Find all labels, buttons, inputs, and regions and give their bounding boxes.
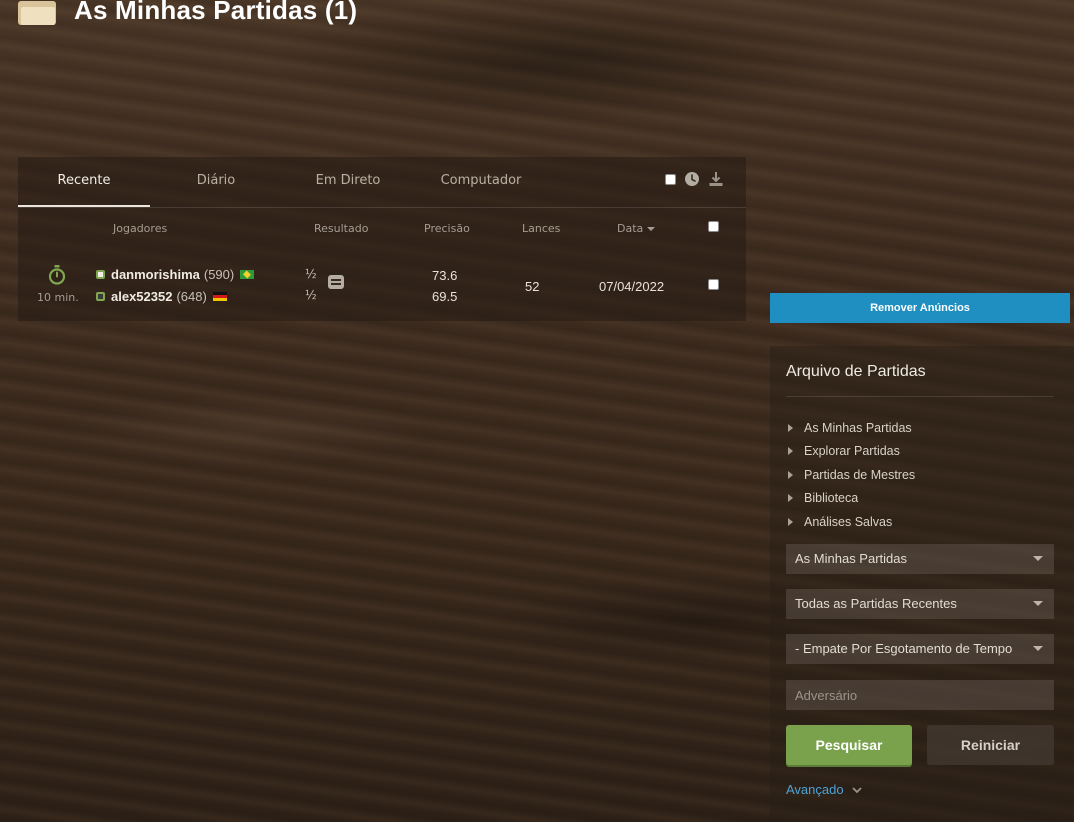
triangle-right-icon [788, 517, 793, 526]
select-all-checkbox[interactable] [708, 221, 719, 232]
nav-item-master-games[interactable]: Partidas de Mestres [788, 463, 915, 487]
advanced-label: Avançado [786, 782, 844, 797]
archive-type-select[interactable]: As Minhas Partidas [786, 544, 1054, 574]
chevron-down-icon [1033, 601, 1043, 606]
opponent-input[interactable] [786, 680, 1054, 710]
game-review-icon[interactable] [328, 275, 344, 289]
accuracy-black: 69.5 [432, 289, 458, 304]
remove-ads-button[interactable]: Remover Anúncios [770, 293, 1070, 323]
tab-recent[interactable]: Recente [18, 157, 150, 207]
tab-live[interactable]: Em Direto [282, 157, 414, 205]
archive-nav: As Minhas Partidas Explorar Partidas Par… [788, 416, 915, 534]
select-value: - Empate Por Esgotamento de Tempo [795, 641, 1013, 656]
search-button[interactable]: Pesquisar [786, 725, 912, 765]
tabs-bar: Recente Diário Em Direto Computador [18, 157, 746, 208]
nav-item-saved-analysis[interactable]: Análises Salvas [788, 510, 915, 534]
nav-item-label: Partidas de Mestres [804, 467, 916, 482]
stopwatch-icon [48, 265, 66, 285]
triangle-right-icon [788, 423, 793, 432]
game-archive-panel: Arquivo de Partidas As Minhas Partidas E… [770, 346, 1074, 822]
white-piece-icon [96, 270, 105, 279]
player-rating: (590) [203, 267, 235, 282]
result-select[interactable]: - Empate Por Esgotamento de Tempo [786, 634, 1054, 664]
player-white: danmorishima (590) [96, 267, 255, 282]
archive-title: Arquivo de Partidas [786, 363, 926, 380]
player-name-link[interactable]: alex52352 [111, 289, 172, 304]
tab-daily[interactable]: Diário [150, 157, 282, 205]
chevron-down-icon [1033, 646, 1043, 651]
column-header-moves: Lances [522, 222, 561, 235]
select-all-toolbar-checkbox[interactable] [665, 173, 676, 185]
black-piece-icon [96, 292, 105, 301]
games-panel: Recente Diário Em Direto Computador Joga… [18, 157, 746, 321]
chevron-down-icon [851, 786, 862, 793]
nav-item-explore-games[interactable]: Explorar Partidas [788, 440, 915, 464]
row-checkbox[interactable] [708, 279, 719, 290]
player-rating: (648) [176, 289, 207, 304]
column-header-date-label: Data [617, 222, 644, 235]
game-type-select[interactable]: Todas as Partidas Recentes [786, 589, 1054, 619]
select-value: Todas as Partidas Recentes [795, 596, 957, 611]
nav-item-label: Análises Salvas [804, 514, 893, 529]
chevron-down-icon [1033, 556, 1043, 561]
folder-icon [18, 0, 56, 25]
accuracy-white: 73.6 [432, 268, 458, 283]
moves-count: 52 [525, 279, 540, 294]
column-header-accuracy: Precisão [424, 222, 470, 235]
page-header: As Minhas Partidas (1) [18, 0, 357, 32]
triangle-right-icon [788, 447, 793, 456]
download-icon[interactable] [708, 171, 724, 187]
nav-item-label: As Minhas Partidas [804, 420, 912, 435]
tab-computer[interactable]: Computador [414, 157, 548, 205]
nav-item-label: Biblioteca [804, 491, 859, 506]
result-black: ½ [305, 288, 317, 302]
tab-tools [665, 171, 724, 187]
column-header-result: Resultado [314, 222, 369, 235]
triangle-right-icon [788, 494, 793, 503]
history-icon[interactable] [684, 171, 700, 187]
triangle-right-icon [788, 470, 793, 479]
nav-item-library[interactable]: Biblioteca [788, 487, 915, 511]
germany-flag-icon [212, 292, 227, 301]
advanced-link[interactable]: Avançado [786, 782, 862, 797]
nav-item-label: Explorar Partidas [804, 444, 900, 459]
reset-button[interactable]: Reiniciar [927, 725, 1054, 765]
select-value: As Minhas Partidas [795, 551, 907, 566]
game-date: 07/04/2022 [599, 279, 665, 294]
divider [786, 396, 1054, 397]
sort-caret-icon [647, 227, 656, 231]
result-white: ½ [305, 267, 317, 281]
nav-item-my-games[interactable]: As Minhas Partidas [788, 416, 915, 440]
time-control-label: 10 min. [37, 291, 79, 304]
player-black: alex52352 (648) [96, 289, 227, 304]
table-row[interactable]: 10 min. danmorishima (590) alex52352 (64… [18, 257, 746, 313]
column-header-players: Jogadores [113, 222, 168, 235]
player-name-link[interactable]: danmorishima [111, 267, 200, 282]
column-header-date[interactable]: Data [617, 222, 656, 235]
page-title: As Minhas Partidas (1) [74, 0, 358, 25]
brazil-flag-icon [240, 270, 255, 279]
